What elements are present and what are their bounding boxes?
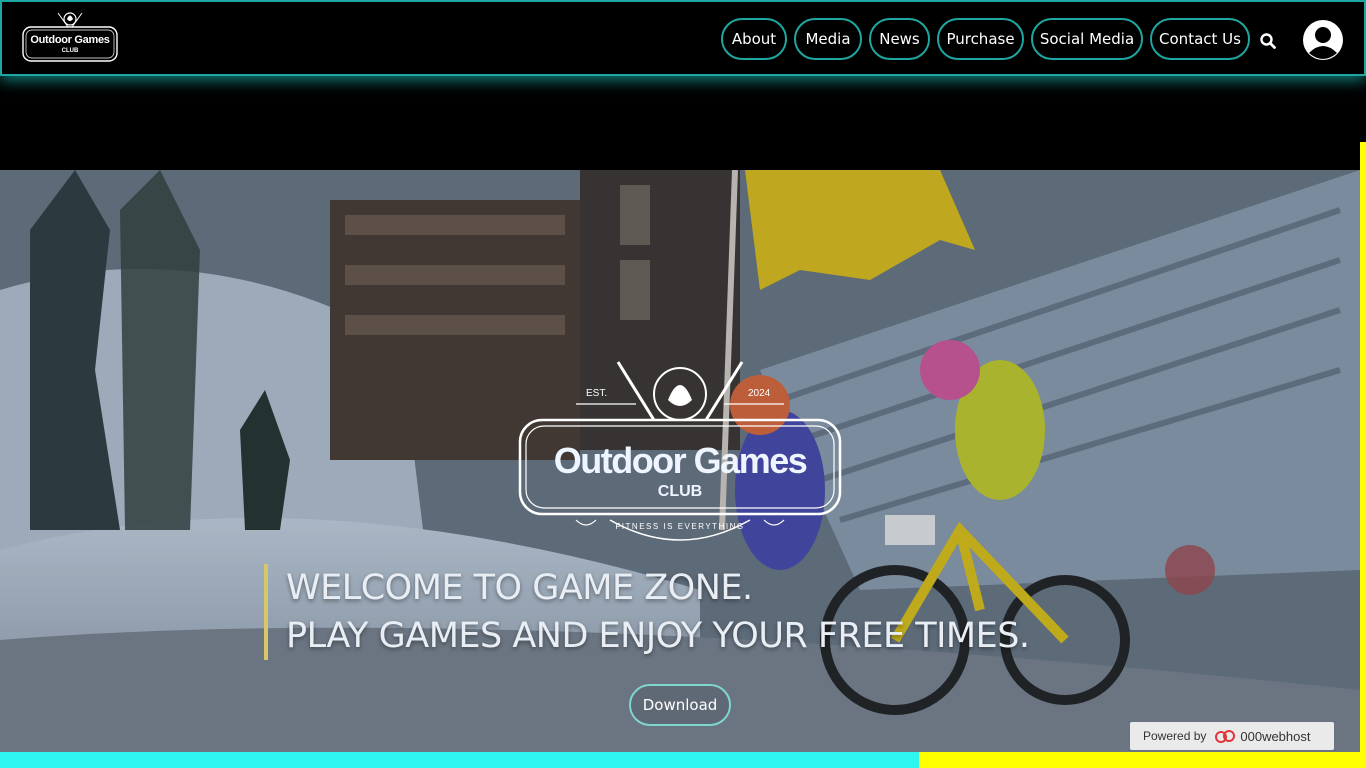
- top-navbar: Outdoor Games CLUB About Media News Purc…: [0, 0, 1366, 76]
- logo-name: Outdoor Games: [30, 34, 110, 46]
- hero-logo-title: Outdoor Games: [553, 440, 808, 481]
- powered-by-brand: 000webhost: [1240, 728, 1311, 744]
- logo-sub: CLUB: [61, 48, 79, 54]
- bottom-bar-yellow: [919, 752, 1366, 768]
- powered-by-badge[interactable]: Powered by 000webhost: [1130, 722, 1334, 750]
- right-accent-strip: [1360, 142, 1366, 752]
- hero-banner: EST. 2024 Outdoor Games CLUB FITNESS IS …: [0, 170, 1360, 752]
- search-icon[interactable]: [1259, 32, 1277, 50]
- nav-news-button[interactable]: News: [869, 18, 930, 60]
- webhost-logo-icon: [1215, 730, 1236, 743]
- site-logo[interactable]: Outdoor Games CLUB: [20, 9, 120, 70]
- nav-about-button[interactable]: About: [721, 18, 787, 60]
- nav-contact-us-button[interactable]: Contact Us: [1150, 18, 1250, 60]
- nav-social-media-button[interactable]: Social Media: [1031, 18, 1143, 60]
- nav-purchase-button[interactable]: Purchase: [937, 18, 1024, 60]
- bottom-bar-cyan: [0, 752, 919, 768]
- download-button[interactable]: Download: [629, 684, 731, 726]
- headline-line-1: WELCOME TO GAME ZONE.: [286, 568, 753, 608]
- header-spacer: [0, 76, 1360, 170]
- hero-logo-est: EST.: [586, 388, 608, 399]
- hero-logo-year: 2024: [748, 388, 771, 399]
- hero-logo-club: CLUB: [657, 483, 703, 500]
- hero-logo: EST. 2024 Outdoor Games CLUB FITNESS IS …: [516, 360, 844, 550]
- user-avatar-icon[interactable]: [1302, 19, 1344, 61]
- headline-line-2: PLAY GAMES AND ENJOY YOUR FREE TIMES.: [286, 616, 1030, 656]
- hero-headline: WELCOME TO GAME ZONE. PLAY GAMES AND ENJ…: [264, 564, 1030, 660]
- powered-by-label: Powered by: [1143, 729, 1207, 743]
- hero-logo-tagline: FITNESS IS EVERYTHING: [615, 522, 745, 531]
- nav-media-button[interactable]: Media: [794, 18, 862, 60]
